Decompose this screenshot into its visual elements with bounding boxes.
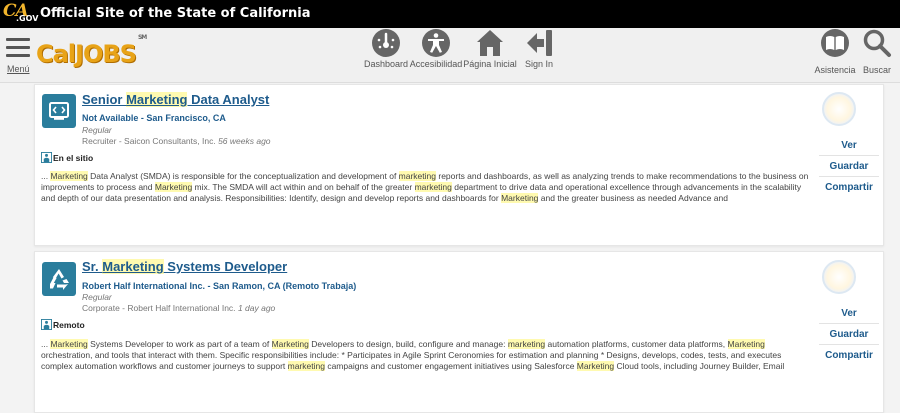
home-icon xyxy=(477,30,503,56)
nav-buscar-label: Buscar xyxy=(862,65,891,75)
nav-sign-in-label: Sign In xyxy=(524,59,554,69)
gov-logo-text: .GOV xyxy=(16,14,39,23)
job-title-highlight: Marketing xyxy=(126,92,188,107)
job-title-text: Systems Developer xyxy=(163,259,288,274)
analytics-screen-icon xyxy=(42,94,76,128)
keyword-highlight: Marketing xyxy=(727,339,765,349)
dashboard-gauge-icon xyxy=(372,29,400,57)
menu-button[interactable]: Menú xyxy=(5,38,31,74)
main-navigation: Menú CalJOBSSM Dashboard Accesibilidad P… xyxy=(0,28,900,83)
company-location: Not Available - San Francisco, CA xyxy=(82,113,226,123)
recruiter-name: Recruiter - Saicon Consultants, Inc. xyxy=(82,136,216,146)
description-text: Developers to design, build, configure a… xyxy=(308,339,508,349)
description-text: campaigns and customer engagement initia… xyxy=(324,361,577,371)
recruiter-info: Corporate - Robert Half International In… xyxy=(82,303,275,313)
keyword-highlight: Marketing xyxy=(50,339,88,349)
keyword-highlight: marketing xyxy=(507,339,546,349)
job-title-link[interactable]: Senior Marketing Data Analyst xyxy=(82,92,269,107)
posted-age: 1 day ago xyxy=(237,303,276,313)
recycle-icon xyxy=(42,262,76,296)
share-button[interactable]: Compartir xyxy=(815,182,883,193)
location-type: Remoto xyxy=(41,319,85,330)
job-title-link[interactable]: Sr. Marketing Systems Developer xyxy=(82,259,287,274)
caljobs-logo[interactable]: CalJOBSSM xyxy=(36,34,147,68)
hamburger-bar xyxy=(6,54,30,57)
job-title-text: Senior xyxy=(82,92,127,107)
caljobs-logo-text: CalJOBS xyxy=(36,40,137,68)
onsite-person-icon xyxy=(41,152,52,163)
company-avatar xyxy=(822,92,856,126)
keyword-highlight: Marketing xyxy=(50,171,88,181)
state-site-title: Official Site of the State of California xyxy=(40,6,311,21)
location-type-label: En el sitio xyxy=(53,153,94,163)
job-type: Regular xyxy=(82,292,112,302)
keyword-highlight: Marketing xyxy=(501,193,539,203)
keyword-highlight: Marketing xyxy=(576,361,615,371)
menu-label: Menú xyxy=(7,64,30,74)
keyword-highlight: Marketing xyxy=(154,182,193,192)
ca-gov-logo[interactable]: CA .GOV xyxy=(3,1,39,26)
job-type: Regular xyxy=(82,125,112,135)
description-text: and the greater business as needed Advan… xyxy=(538,193,728,203)
service-mark: SM xyxy=(137,34,147,41)
keyword-highlight: marketing xyxy=(398,171,436,181)
hamburger-icon xyxy=(6,38,30,41)
recruiter-name: Corporate - Robert Half International In… xyxy=(82,303,236,313)
keyword-highlight: Marketing xyxy=(271,339,309,349)
sign-in-icon xyxy=(527,30,552,56)
job-title-text: Data Analyst xyxy=(187,92,270,107)
nav-asistencia[interactable]: Asistencia xyxy=(814,28,856,75)
job-title-text: Sr. xyxy=(82,259,103,274)
job-description: ... Marketing Systems Developer to work … xyxy=(41,339,811,372)
divider xyxy=(819,176,879,177)
job-title-highlight: Marketing xyxy=(102,259,164,274)
nav-dashboard[interactable]: Dashboard xyxy=(364,28,408,69)
location-type: En el sitio xyxy=(41,152,93,163)
book-icon xyxy=(821,29,849,57)
divider xyxy=(819,155,879,156)
description-text: automation platforms, customer data plat… xyxy=(545,339,728,349)
nav-buscar[interactable]: Buscar xyxy=(862,28,892,75)
company-location: Robert Half International Inc. - San Ram… xyxy=(82,281,357,291)
divider xyxy=(819,323,879,324)
recruiter-info: Recruiter - Saicon Consultants, Inc. 56 … xyxy=(82,136,271,146)
description-text: mix. The SMDA will act within and on beh… xyxy=(192,182,415,192)
description-text: Data Analyst (SMDA) is responsible for t… xyxy=(87,171,399,181)
save-button[interactable]: Guardar xyxy=(815,329,883,340)
nav-accesibilidad[interactable]: Accesibilidad xyxy=(410,28,462,69)
view-button[interactable]: Ver xyxy=(815,308,883,319)
location-type-label: Remoto xyxy=(53,320,85,330)
description-text: Cloud tools, including Journey Builder, … xyxy=(614,361,785,371)
nav-pagina-inicial[interactable]: Página Inicial xyxy=(463,28,517,69)
share-button[interactable]: Compartir xyxy=(815,350,883,361)
job-description: ... Marketing Data Analyst (SMDA) is res… xyxy=(41,171,811,204)
remote-person-icon xyxy=(41,319,52,330)
divider xyxy=(819,344,879,345)
keyword-highlight: marketing xyxy=(287,361,325,371)
save-button[interactable]: Guardar xyxy=(815,161,883,172)
keyword-highlight: marketing xyxy=(414,182,452,192)
posted-age: 56 weeks ago xyxy=(218,136,271,146)
nav-sign-in[interactable]: Sign In xyxy=(524,28,554,69)
search-icon xyxy=(863,29,891,57)
state-header-bar: CA .GOV Official Site of the State of Ca… xyxy=(0,0,900,28)
description-text: Systems Developer to work as part of a t… xyxy=(87,339,272,349)
company-avatar xyxy=(822,260,856,294)
job-card: Sr. Marketing Systems Developer Robert H… xyxy=(34,251,884,413)
hamburger-bar xyxy=(6,46,30,49)
view-button[interactable]: Ver xyxy=(815,140,883,151)
job-card: Senior Marketing Data Analyst Not Availa… xyxy=(34,84,884,246)
accessibility-icon xyxy=(422,29,450,57)
